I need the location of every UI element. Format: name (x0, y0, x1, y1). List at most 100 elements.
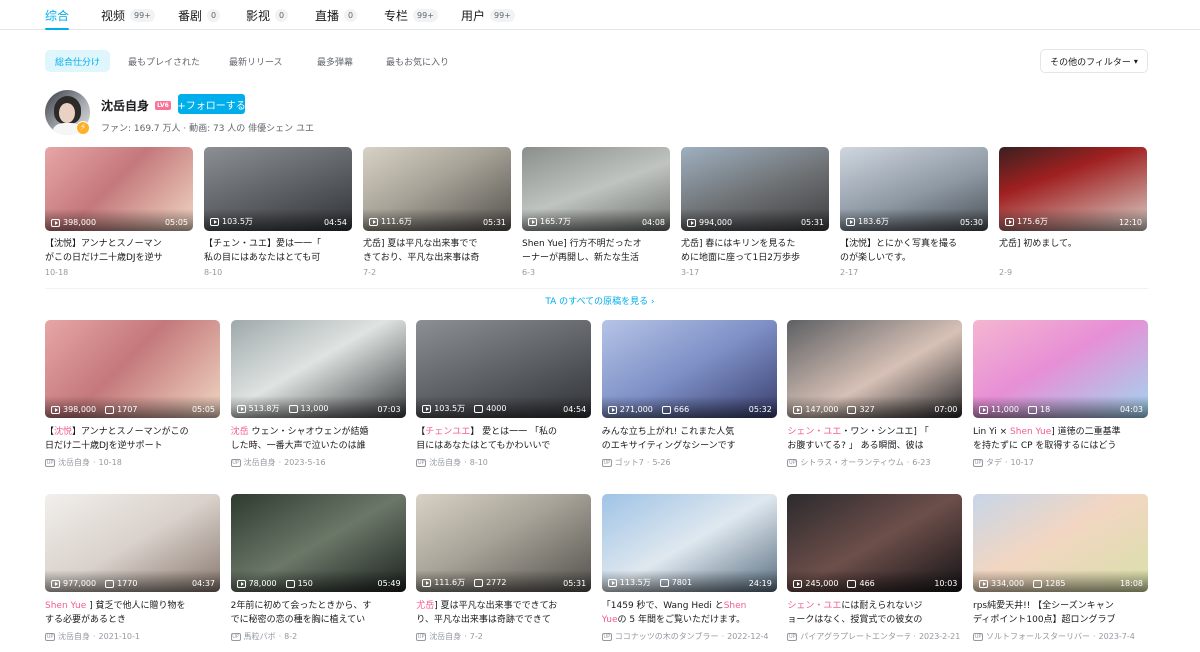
video-thumbnail[interactable]: 103.5万 4000 04:54 (416, 320, 592, 418)
title-text: する必要があるとき (45, 615, 127, 625)
video-thumbnail[interactable]: 977,000 1770 04:37 (45, 494, 220, 592)
video-card[interactable]: 147,000 327 07:00 シェン・ユエ・ワン・シンユエ] 「お腹すいてる? … (787, 320, 963, 470)
video-card[interactable]: 513.8万 13,000 07:03 沈岳 ウェン・シャオウェンが結婚 した時、一番大… (230, 320, 406, 470)
video-card[interactable]: 271,000 666 05:32 みんな立ち上がれ! これまた人気 のエキサイティング… (601, 320, 777, 470)
video-title[interactable]: シェン・ユエには耐えられないジ ョークはなく、授賞式での彼女の (787, 599, 962, 627)
uploader-info[interactable]: UP ゴット7 · 5-26 (601, 457, 671, 468)
video-card[interactable]: 245,000 466 10:03 シェン・ユエには耐えられないジ ョークはなく、授賞式… (787, 494, 963, 644)
see-all-link[interactable]: TA のすべての原稿を見る › (0, 294, 1200, 307)
video-thumbnail[interactable]: 398,000 1707 05:05 (45, 320, 220, 418)
video-thumbnail[interactable]: 183.6万 05:30 (840, 147, 988, 231)
video-card[interactable]: 111.6万 2772 05:31 尤岳] 夏は平凡な出来事でできてお り、平凡な出来事… (416, 494, 592, 644)
danmaku-icon (105, 405, 115, 414)
uploader-info[interactable]: UP 馬粒パボ · 8-2 (230, 631, 297, 642)
video-thumbnail[interactable]: 398,000 05:05 (45, 147, 193, 231)
play-count: 398,000 (63, 218, 97, 227)
video-title[interactable]: Shen Yue ] 貧乏で他人に贈り物を する必要があるとき (45, 599, 220, 627)
video-card[interactable]: 183.6万 05:30 【沈悦】とにかく写真を撮る のが楽しいです。 2-17 (840, 147, 988, 282)
play-count-icon (979, 579, 988, 588)
danmaku-icon (288, 404, 298, 413)
video-title[interactable]: rps純愛天井!! 【全シーズンキャン ディポイント100点】超ロングラブ (973, 599, 1148, 627)
video-thumbnail[interactable]: 245,000 466 10:03 (787, 494, 963, 592)
video-thumbnail[interactable]: 11,000 18 04:03 (973, 320, 1148, 418)
video-title[interactable]: 尤岳] 初めまして。 (999, 237, 1147, 265)
video-title[interactable]: 【チェンユエ】 愛とは一一 「私の 目にはあなたはとてもかわいいで (416, 425, 591, 453)
video-title-line: ョークはなく、授賞式での彼女の (787, 613, 962, 627)
video-thumbnail[interactable]: 175.6万 12:10 (999, 147, 1147, 231)
uploader-info[interactable]: UP ソルトフォールスターリバー · 2023-7-4 (973, 631, 1135, 642)
video-card[interactable]: 113.5万 7801 24:19 「1459 秒で、Wang Hedi とShen Y… (601, 494, 777, 644)
video-card[interactable]: 398,000 05:05 【沈悦】アンナとスノーマン がこの日だけ二十歳DJを逆サ 1… (45, 147, 193, 282)
uploader-icon: UP (416, 458, 427, 467)
more-filters-button[interactable]: その他のフィルター ▾ (1040, 49, 1148, 73)
separator: · (913, 632, 916, 641)
video-card[interactable]: 11,000 18 04:03 Lin Yi × Shen Yue] 道徳の二重基準を… (973, 320, 1148, 470)
video-card[interactable]: 78,000 150 05:49 2年前に初めて会ったときから、す でに秘密の恋の種を胸… (230, 494, 406, 644)
video-thumbnail[interactable]: 994,000 05:31 (681, 147, 829, 231)
video-thumbnail[interactable]: 513.8万 13,000 07:03 (230, 320, 406, 418)
video-thumbnail[interactable]: 113.5万 7801 24:19 (601, 494, 777, 592)
video-card[interactable]: 175.6万 12:10 尤岳] 初めまして。 2-9 (999, 147, 1147, 282)
play-stats: 147,000 327 (793, 405, 875, 414)
video-title[interactable]: みんな立ち上がれ! これまた人気 のエキサイティングなシーンです (602, 425, 777, 453)
tab-bangumi[interactable]: 番剧 0 (178, 4, 221, 26)
video-card[interactable]: 165.7万 04:08 Shen Yue] 行方不明だったオ ーナーが再開し、新たな… (522, 147, 670, 282)
video-card[interactable]: 334,000 1285 18:08 rps純愛天井!! 【全シーズンキャン ディポイン… (973, 494, 1148, 644)
video-title[interactable]: 尤岳] 春にはキリンを見るた めに地面に座って1日2万歩歩 (681, 237, 829, 265)
sort-most-danmaku[interactable]: 最多弾幕 (317, 50, 353, 72)
video-title[interactable]: 2年前に初めて会ったときから、す でに秘密の恋の種を胸に植えてい (231, 599, 406, 627)
video-title[interactable]: 【沈悦】アンナとスノーマンがこの 日だけ二十歳DJを逆サポート (45, 425, 220, 453)
video-thumbnail[interactable]: 271,000 666 05:32 (601, 320, 777, 418)
tab-article[interactable]: 专栏 99+ (384, 4, 438, 26)
play-count-icon (51, 579, 60, 588)
user-name[interactable]: 沈岳自身 (101, 97, 149, 114)
sort-most-favorite[interactable]: 最もお気に入り (386, 50, 449, 72)
duration: 07:00 (934, 405, 958, 414)
tab-all[interactable]: 综合 (45, 4, 70, 30)
uploader-info[interactable]: UP 沈岳自身 · 8-10 (416, 457, 488, 468)
upload-date: 7-2 (469, 632, 483, 641)
tab-user[interactable]: 用户 99+ (461, 4, 515, 26)
tab-video[interactable]: 视频 99+ (101, 4, 155, 26)
tab-film[interactable]: 影视 0 (246, 4, 289, 26)
sort-default[interactable]: 総合仕分け (45, 50, 111, 72)
tab-live[interactable]: 直播 0 (315, 4, 358, 26)
video-title[interactable]: 尤岳] 夏は平凡な出来事でで きており、平凡な出来事は奇 (363, 237, 511, 265)
video-title-line: り、平凡な出来事は奇跡でできて (416, 613, 591, 627)
uploader-info[interactable]: UP 沈岳自身 · 2021-10-1 (45, 631, 140, 642)
video-thumbnail[interactable]: 78,000 150 05:49 (230, 494, 406, 592)
video-card[interactable]: 994,000 05:31 尤岳] 春にはキリンを見るた めに地面に座って1日2万歩歩… (681, 147, 829, 282)
video-title[interactable]: 【沈悦】とにかく写真を撮る のが楽しいです。 (840, 237, 988, 265)
video-title[interactable]: 「1459 秒で、Wang Hedi とShen Yueの 5 年間をご覧いただけ… (602, 599, 777, 627)
video-thumbnail[interactable]: 103.5万 04:54 (204, 147, 352, 231)
sort-newest[interactable]: 最新リリース (229, 50, 283, 72)
uploader-info[interactable]: UP ココナッツの木のタンブラー · 2022-12-4 (601, 631, 769, 642)
tab-count: 99+ (130, 8, 155, 22)
video-thumbnail[interactable]: 111.6万 2772 05:31 (416, 494, 592, 592)
uploader-info[interactable]: UP 沈岳自身 · 2023-5-16 (230, 457, 326, 468)
uploader-info[interactable]: UP 沈岳自身 · 10-18 (45, 457, 122, 468)
video-title[interactable]: 【チェン・ユエ】愛は一一「 私の目にはあなたはとても可 (204, 237, 352, 265)
video-thumbnail[interactable]: 147,000 327 07:00 (787, 320, 963, 418)
uploader-info[interactable]: UP シトラス・オーランティウム · 6-23 (787, 457, 930, 468)
video-thumbnail[interactable]: 165.7万 04:08 (522, 147, 670, 231)
uploader-info[interactable]: UP 沈岳自身 · 7-2 (416, 631, 483, 642)
video-card[interactable]: 398,000 1707 05:05 【沈悦】アンナとスノーマンがこの 日だけ二十歳DJ… (45, 320, 220, 470)
follow-button[interactable]: +フォローする (178, 94, 245, 114)
sort-most-played[interactable]: 最もプレイされた (128, 50, 200, 72)
video-card[interactable]: 103.5万 4000 04:54 【チェンユエ】 愛とは一一 「私の 目にはあなたはと… (416, 320, 592, 470)
video-title[interactable]: 沈岳 ウェン・シャオウェンが結婚 した時、一番大声で泣いたのは誰 (231, 425, 406, 453)
video-card[interactable]: 977,000 1770 04:37 Shen Yue ] 貧乏で他人に贈り物を する必… (45, 494, 220, 644)
uploader-info[interactable]: UPパイアグラプレートエンターテイメント·2023-2-21 (787, 631, 960, 642)
video-thumbnail[interactable]: 111.6万 05:31 (363, 147, 511, 231)
video-title[interactable]: 【沈悦】アンナとスノーマン がこの日だけ二十歳DJを逆サ (45, 237, 193, 265)
video-title[interactable]: Shen Yue] 行方不明だったオ ーナーが再開し、新たな生活 (522, 237, 670, 265)
video-title[interactable]: Lin Yi × Shen Yue] 道徳の二重基準 を持たずに CP を取得する… (973, 425, 1148, 453)
video-card[interactable]: 103.5万 04:54 【チェン・ユエ】愛は一一「 私の目にはあなたはとても可 8-1… (204, 147, 352, 282)
video-thumbnail[interactable]: 334,000 1285 18:08 (973, 494, 1148, 592)
video-title[interactable]: 尤岳] 夏は平凡な出来事でできてお り、平凡な出来事は奇跡でできて (416, 599, 591, 627)
video-title-line: ディポイント100点】超ロングラブ (973, 613, 1148, 627)
video-card[interactable]: 111.6万 05:31 尤岳] 夏は平凡な出来事でで きており、平凡な出来事は奇 7-… (363, 147, 511, 282)
video-title[interactable]: シェン・ユエ・ワン・シンユエ] 「お腹すいてる? 」 ある瞬間、彼は (787, 425, 962, 453)
uploader-info[interactable]: UP タデ · 10-17 (973, 457, 1034, 468)
